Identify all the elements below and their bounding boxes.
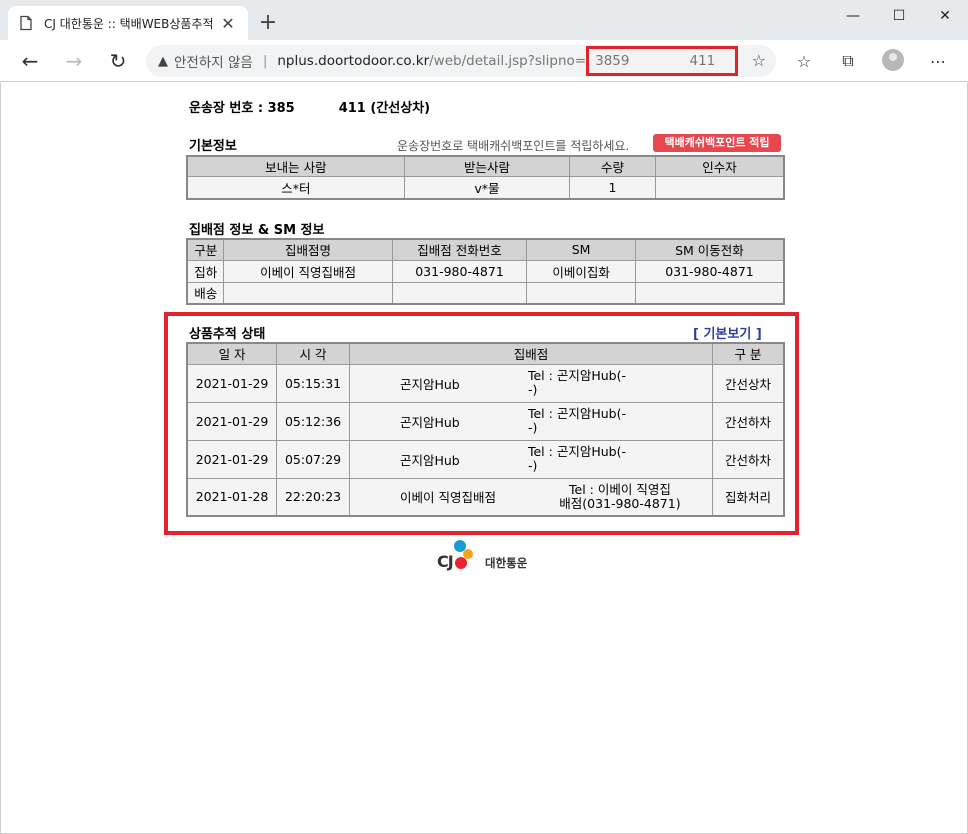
header-cell: 받는사람 — [403, 155, 571, 177]
menu-icon[interactable]: ⋯ — [926, 50, 950, 72]
header-cell: SM 이동전화 — [634, 238, 785, 261]
branch-phone-cell: 031-980-4871 — [391, 259, 528, 283]
quantity-cell: 1 — [569, 176, 656, 199]
window-close-icon[interactable]: ✕ — [922, 0, 968, 32]
logo-mark: CJ — [437, 552, 454, 571]
table-row: 배송 — [186, 281, 785, 305]
branch-name-cell — [223, 281, 393, 305]
insecure-label: 안전하지 않음 — [174, 55, 253, 71]
table-row: 집하 이베이 직영집배점 031-980-4871 이베이집화 031-980-… — [186, 259, 785, 283]
reload-icon[interactable]: ↻ — [104, 48, 132, 74]
table-header-row: 구분 집배점명 집배점 전화번호 SM SM 이동전화 — [186, 238, 785, 261]
header-cell: 보내는 사람 — [186, 155, 405, 177]
url-tail-a: 3859 — [595, 53, 630, 69]
basic-info-table: 보내는 사람 받는사람 수량 인수자 스*터 v*물 1 — [186, 155, 785, 200]
branch-info-table: 구분 집배점명 집배점 전화번호 SM SM 이동전화 집하 이베이 직영집배점… — [186, 238, 785, 305]
header-cell: 집배점 전화번호 — [391, 238, 528, 261]
type-cell: 집하 — [186, 259, 225, 283]
header-cell: 집배점명 — [223, 238, 393, 261]
branch-phone-cell — [391, 281, 528, 305]
cashback-point-button[interactable]: 택배캐쉬백포인트 적립 — [653, 134, 781, 152]
acceptor-cell — [654, 176, 785, 199]
waybill-label: 운송장 번호 : 385 — [189, 101, 295, 116]
add-favorite-icon[interactable]: ☆ — [752, 51, 766, 70]
branch-info-title: 집배점 정보 & SM 정보 — [189, 223, 325, 238]
url-highlight-box: 3859 411 — [586, 46, 739, 76]
cj-logo: CJ 대한통운 — [437, 538, 537, 578]
logo-name: 대한통운 — [485, 556, 528, 570]
receiver-cell: v*물 — [403, 176, 571, 199]
back-arrow-icon[interactable]: ← — [16, 48, 44, 74]
logo-dot-red — [455, 557, 467, 569]
sender-cell: 스*터 — [186, 176, 405, 199]
waybill-tail: 411 (간선상차) — [338, 101, 431, 116]
browser-toolbar: ← → ↻ ▲ 안전하지 않음 | nplus.doortodoor.co.kr… — [0, 40, 968, 82]
warning-icon: ▲ — [158, 53, 168, 69]
forward-arrow-icon[interactable]: → — [60, 48, 88, 74]
page-icon — [20, 15, 32, 31]
url-path: /web/detail.jsp?slipno= — [429, 53, 587, 69]
table-header-row: 보내는 사람 받는사람 수량 인수자 — [186, 155, 785, 177]
new-tab-button[interactable]: + — [256, 12, 280, 36]
tab-bar: CJ 대한통운 :: 택배WEB상품추적 ✕ + — ☐ ✕ — [0, 0, 968, 40]
header-cell: 인수자 — [654, 155, 785, 177]
branch-name-cell: 이베이 직영집배점 — [223, 259, 393, 283]
table-row: 스*터 v*물 1 — [186, 176, 785, 199]
browser-tab[interactable]: CJ 대한통운 :: 택배WEB상품추적 ✕ — [8, 6, 248, 40]
minimize-icon[interactable]: — — [830, 0, 876, 32]
sm-cell — [526, 281, 636, 305]
favorites-icon[interactable]: ☆ — [792, 50, 816, 72]
url-host: nplus.doortodoor.co.kr — [277, 53, 430, 69]
header-cell: 구분 — [186, 238, 225, 261]
type-cell: 배송 — [186, 281, 225, 305]
header-cell: SM — [526, 238, 636, 261]
sm-phone-cell — [634, 281, 785, 305]
collections-icon[interactable]: ⧉ — [836, 50, 860, 72]
address-separator: | — [262, 53, 268, 69]
page-content: 운송장 번호 : 385 411 (간선상차) 기본정보 운송장번호로 택배캐쉬백… — [0, 83, 968, 834]
url-tail-b: 411 — [689, 53, 716, 69]
sm-phone-cell: 031-980-4871 — [634, 259, 785, 283]
profile-avatar[interactable] — [882, 49, 904, 71]
header-cell: 수량 — [569, 155, 656, 177]
basic-info-title: 기본정보 — [189, 139, 237, 154]
maximize-icon[interactable]: ☐ — [876, 0, 922, 32]
highlight-box — [164, 312, 799, 535]
point-note: 운송장번호로 택배캐쉬백포인트를 적립하세요. — [397, 139, 630, 153]
address-bar[interactable]: ▲ 안전하지 않음 | nplus.doortodoor.co.kr /web/… — [146, 45, 776, 77]
tab-title: CJ 대한통운 :: 택배WEB상품추적 — [44, 16, 214, 31]
close-tab-icon[interactable]: ✕ — [218, 14, 238, 33]
waybill-number: 운송장 번호 : 385 411 (간선상차) — [189, 97, 430, 116]
sm-cell: 이베이집화 — [526, 259, 636, 283]
